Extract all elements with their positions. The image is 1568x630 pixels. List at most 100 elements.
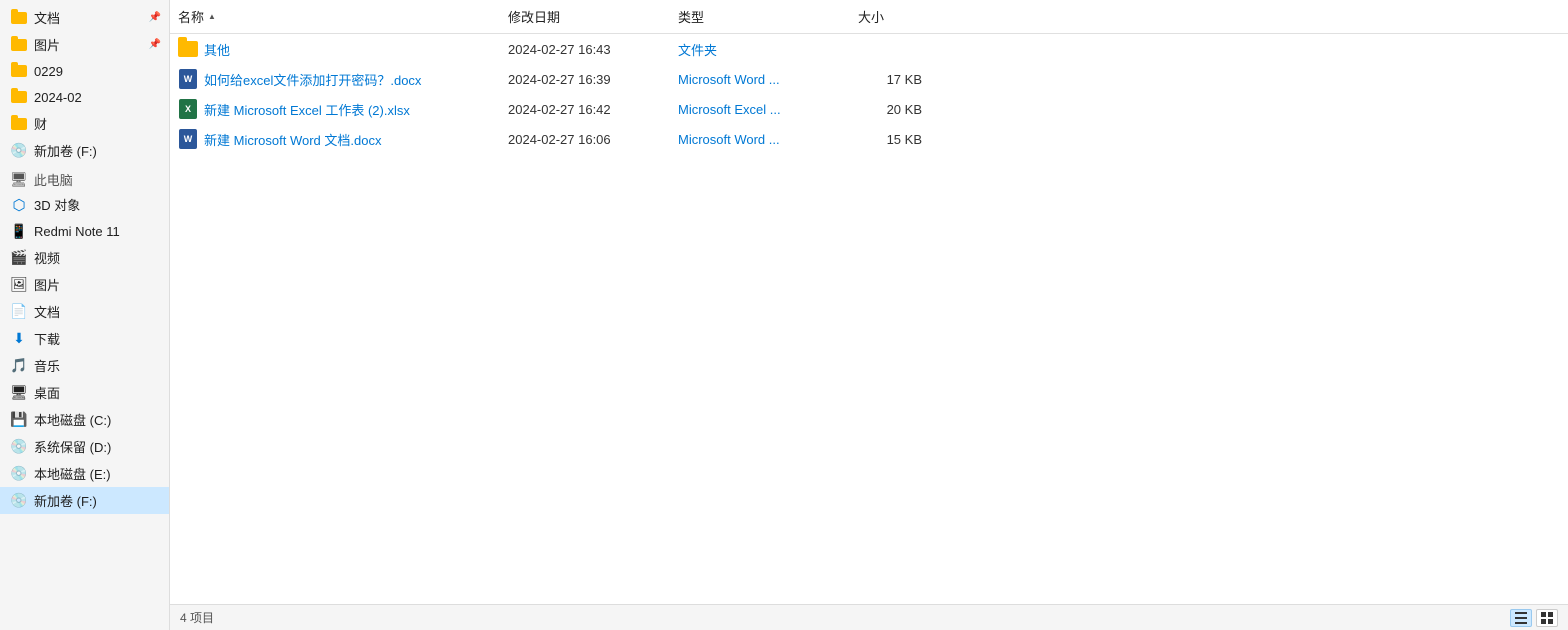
sidebar: 文档 📌 图片 📌 0229 2024-02 财: [0, 0, 170, 630]
sidebar-item-label: 0229: [34, 64, 161, 79]
sidebar-item-docs[interactable]: 文档 📌: [0, 4, 169, 31]
folder-icon: [10, 9, 28, 27]
sidebar-item-label: 桌面: [34, 383, 161, 402]
document-icon: 📄: [10, 303, 28, 321]
sidebar-scroll-area: 文档 📌 图片 📌 0229 2024-02 财: [0, 0, 169, 630]
large-icon-view-button[interactable]: [1536, 609, 1558, 627]
file-name-cell: X 新建 Microsoft Excel 工作表 (2).xlsx: [170, 97, 500, 121]
word-icon: W: [178, 69, 198, 89]
column-type-header[interactable]: 类型: [670, 4, 850, 29]
file-size-cell: [850, 47, 930, 51]
sidebar-item-downloads[interactable]: ⬇ 下载: [0, 325, 169, 352]
3d-icon: ⬡: [10, 196, 28, 214]
sidebar-item-label: 本地磁盘 (C:): [34, 410, 161, 429]
sidebar-item-drive-c[interactable]: 💾 本地磁盘 (C:): [0, 406, 169, 433]
sidebar-item-label: 文档: [34, 8, 145, 27]
sidebar-item-pictures[interactable]: 图片 📌: [0, 31, 169, 58]
column-size-header[interactable]: 大小: [850, 4, 930, 29]
folder-icon: [10, 115, 28, 133]
drive-e-icon: 💿: [10, 465, 28, 483]
sidebar-item-label: 图片: [34, 35, 145, 54]
drive-f-icon: 💿: [10, 492, 28, 510]
file-name-cell: 其他: [170, 37, 500, 61]
drive-c-icon: 💾: [10, 411, 28, 429]
file-size-cell: 20 KB: [850, 100, 930, 119]
detail-view-button[interactable]: [1510, 609, 1532, 627]
file-type-cell: Microsoft Word ...: [670, 130, 850, 149]
sidebar-item-label: 音乐: [34, 356, 161, 375]
table-row[interactable]: W 如何给excel文件添加打开密码？.docx 2024-02-27 16:3…: [170, 64, 1568, 94]
file-date-cell: 2024-02-27 16:42: [500, 100, 670, 119]
video-icon: 🎬: [10, 249, 28, 267]
view-toggle: [1510, 609, 1558, 627]
file-date-cell: 2024-02-27 16:06: [500, 130, 670, 149]
image-icon: 🖼: [10, 276, 28, 294]
excel-icon: X: [178, 99, 198, 119]
folder-icon: [10, 88, 28, 106]
sidebar-item-label: 2024-02: [34, 90, 161, 105]
column-name-header[interactable]: 名称 ▲: [170, 4, 500, 29]
pin-icon: 📌: [149, 39, 161, 50]
sidebar-item-label: 新加卷 (F:): [34, 141, 161, 160]
file-name-text: 新建 Microsoft Excel 工作表 (2).xlsx: [204, 100, 410, 119]
sidebar-item-label: 图片: [34, 275, 161, 294]
sidebar-item-label: 系统保留 (D:): [34, 437, 161, 456]
file-type-cell: Microsoft Excel ...: [670, 100, 850, 119]
sidebar-item-2024-02[interactable]: 2024-02: [0, 84, 169, 110]
file-type-cell: 文件夹: [670, 38, 850, 61]
sidebar-item-music[interactable]: 🎵 音乐: [0, 352, 169, 379]
sidebar-item-video[interactable]: 🎬 视频: [0, 244, 169, 271]
sidebar-item-drive-e[interactable]: 💿 本地磁盘 (E:): [0, 460, 169, 487]
file-date-cell: 2024-02-27 16:39: [500, 70, 670, 89]
drive-d-icon: 💿: [10, 438, 28, 456]
sidebar-item-cai[interactable]: 财: [0, 110, 169, 137]
sidebar-item-0229[interactable]: 0229: [0, 58, 169, 84]
file-name-cell: W 如何给excel文件添加打开密码？.docx: [170, 67, 500, 91]
main-content: 名称 ▲ 修改日期 类型 大小 其他 2024-02-27 16:43 文件夹: [170, 0, 1568, 630]
sidebar-item-drive-d[interactable]: 💿 系统保留 (D:): [0, 433, 169, 460]
file-column-header: 名称 ▲ 修改日期 类型 大小: [170, 0, 1568, 34]
sidebar-item-label: 下载: [34, 329, 161, 348]
sidebar-item-image[interactable]: 🖼 图片: [0, 271, 169, 298]
file-name-text: 新建 Microsoft Word 文档.docx: [204, 130, 381, 149]
table-row[interactable]: 其他 2024-02-27 16:43 文件夹: [170, 34, 1568, 64]
table-row[interactable]: W 新建 Microsoft Word 文档.docx 2024-02-27 1…: [170, 124, 1568, 154]
sidebar-item-label: 文档: [34, 302, 161, 321]
item-count: 4 项目: [180, 609, 214, 626]
desktop-icon: 🖥: [10, 384, 28, 402]
file-date-cell: 2024-02-27 16:43: [500, 40, 670, 59]
drive-icon: 💿: [10, 142, 28, 160]
file-name-text: 如何给excel文件添加打开密码？.docx: [204, 70, 421, 89]
sidebar-item-drive-f[interactable]: 💿 新加卷 (F:): [0, 487, 169, 514]
file-name-cell: W 新建 Microsoft Word 文档.docx: [170, 127, 500, 151]
sidebar-item-label: 财: [34, 114, 161, 133]
file-type-cell: Microsoft Word ...: [670, 70, 850, 89]
sidebar-item-document[interactable]: 📄 文档: [0, 298, 169, 325]
folder-icon: [178, 39, 198, 59]
column-date-header[interactable]: 修改日期: [500, 4, 670, 29]
table-row[interactable]: X 新建 Microsoft Excel 工作表 (2).xlsx 2024-0…: [170, 94, 1568, 124]
folder-icon: [10, 36, 28, 54]
sidebar-item-label: 新加卷 (F:): [34, 491, 161, 510]
sidebar-item-desktop[interactable]: 🖥 桌面: [0, 379, 169, 406]
sidebar-item-redmi[interactable]: 📱 Redmi Note 11: [0, 218, 169, 244]
sidebar-item-label: 3D 对象: [34, 195, 161, 214]
sidebar-item-drive-f-top[interactable]: 💿 新加卷 (F:): [0, 137, 169, 164]
pin-icon: 📌: [149, 12, 161, 23]
download-icon: ⬇: [10, 330, 28, 348]
sidebar-item-label: Redmi Note 11: [34, 224, 161, 239]
sidebar-item-label: 视频: [34, 248, 161, 267]
this-pc-label: 此电脑: [34, 170, 73, 189]
column-type-label: 类型: [678, 10, 704, 25]
this-pc-header: 🖥 此电脑: [0, 164, 169, 191]
word-icon: W: [178, 129, 198, 149]
music-icon: 🎵: [10, 357, 28, 375]
file-list: 其他 2024-02-27 16:43 文件夹 W 如何给excel文件添加打开…: [170, 34, 1568, 604]
sidebar-item-label: 本地磁盘 (E:): [34, 464, 161, 483]
file-size-cell: 17 KB: [850, 70, 930, 89]
sort-arrow-icon: ▲: [208, 12, 216, 21]
sidebar-item-3d[interactable]: ⬡ 3D 对象: [0, 191, 169, 218]
column-name-label: 名称: [178, 7, 204, 26]
phone-icon: 📱: [10, 222, 28, 240]
column-size-label: 大小: [858, 10, 884, 25]
